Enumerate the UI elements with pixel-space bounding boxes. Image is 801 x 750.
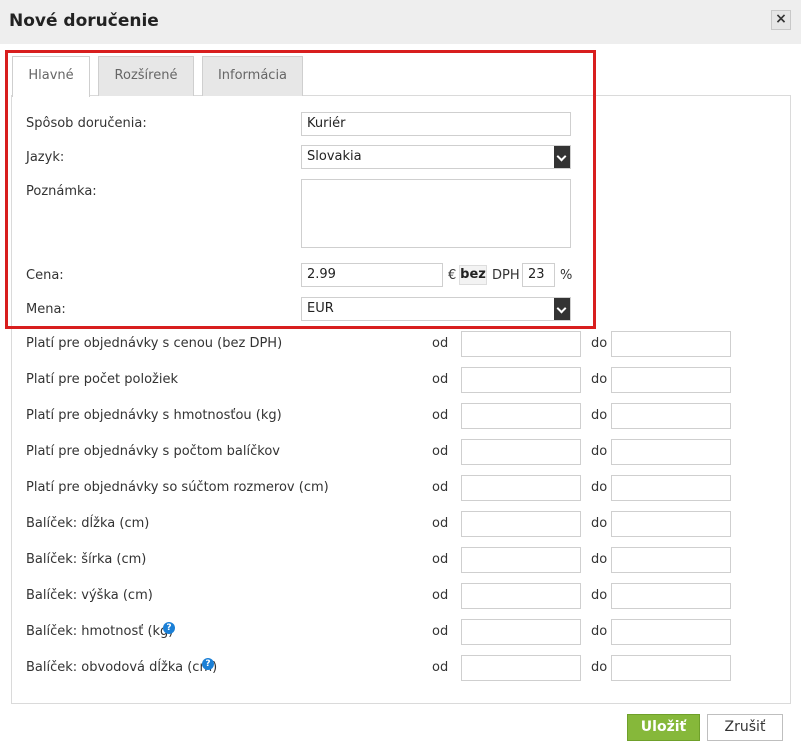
range-to-label: do xyxy=(591,372,608,387)
range-from-input[interactable] xyxy=(461,439,581,465)
range-label: Balíček: hmotnosť (kg) xyxy=(26,624,174,639)
range-to-label: do xyxy=(591,624,608,639)
range-to-input[interactable] xyxy=(611,511,731,537)
range-from-label: od xyxy=(432,336,449,351)
currency-value: EUR xyxy=(307,301,334,316)
range-from-input[interactable] xyxy=(461,655,581,681)
language-value: Slovakia xyxy=(307,149,362,164)
range-from-label: od xyxy=(432,408,449,423)
range-from-label: od xyxy=(432,588,449,603)
range-to-label: do xyxy=(591,480,608,495)
range-from-input[interactable] xyxy=(461,619,581,645)
range-label: Platí pre objednávky s hmotnosťou (kg) xyxy=(26,408,282,423)
range-to-input[interactable] xyxy=(611,403,731,429)
range-label: Balíček: obvodová dĺžka (cm) xyxy=(26,660,218,675)
tax-label: DPH xyxy=(492,268,520,283)
chevron-down-icon[interactable] xyxy=(554,146,570,168)
range-from-label: od xyxy=(432,516,449,531)
range-from-label: od xyxy=(432,624,449,639)
language-select[interactable]: Slovakia xyxy=(301,145,571,169)
dialog-title: Nové doručenie xyxy=(9,11,159,31)
range-from-input[interactable] xyxy=(461,367,581,393)
range-to-input[interactable] xyxy=(611,583,731,609)
range-from-input[interactable] xyxy=(461,403,581,429)
range-from-input[interactable] xyxy=(461,547,581,573)
range-to-label: do xyxy=(591,660,608,675)
currency-label: Mena: xyxy=(26,302,66,317)
dialog-titlebar: Nové doručenie × xyxy=(0,0,801,44)
language-label: Jazyk: xyxy=(26,150,65,165)
tab-informacia[interactable]: Informácia xyxy=(202,56,303,96)
range-to-label: do xyxy=(591,552,608,567)
range-from-label: od xyxy=(432,480,449,495)
range-label: Platí pre objednávky s cenou (bez DPH) xyxy=(26,336,283,351)
save-button[interactable]: Uložiť xyxy=(627,714,700,741)
tab-hlavne[interactable]: Hlavné xyxy=(12,56,90,97)
range-from-input[interactable] xyxy=(461,583,581,609)
tab-rozsirene[interactable]: Rozšírené xyxy=(98,56,194,96)
delivery-method-input[interactable]: Kuriér xyxy=(301,112,571,136)
range-from-label: od xyxy=(432,444,449,459)
range-to-input[interactable] xyxy=(611,331,731,357)
range-label: Balíček: šírka (cm) xyxy=(26,552,147,567)
note-label: Poznámka: xyxy=(26,184,97,199)
price-input[interactable]: 2.99 xyxy=(301,263,443,287)
range-to-input[interactable] xyxy=(611,475,731,501)
percent-sign: % xyxy=(560,268,573,283)
range-label: Platí pre počet položiek xyxy=(26,372,179,387)
range-from-label: od xyxy=(432,660,449,675)
range-label: Platí pre objednávky s počtom balíčkov xyxy=(26,444,280,459)
range-to-label: do xyxy=(591,408,608,423)
range-to-input[interactable] xyxy=(611,619,731,645)
chevron-down-icon[interactable] xyxy=(554,298,570,320)
note-textarea[interactable] xyxy=(301,179,571,248)
range-to-input[interactable] xyxy=(611,439,731,465)
tax-mode-toggle[interactable]: bez xyxy=(459,265,487,285)
price-label: Cena: xyxy=(26,268,64,283)
currency-select[interactable]: EUR xyxy=(301,297,571,321)
currency-symbol: € xyxy=(448,268,457,283)
range-to-input[interactable] xyxy=(611,547,731,573)
help-icon[interactable]: ? xyxy=(163,622,175,634)
range-to-label: do xyxy=(591,444,608,459)
range-label: Platí pre objednávky so súčtom rozmerov … xyxy=(26,480,329,495)
range-to-label: do xyxy=(591,516,608,531)
range-from-input[interactable] xyxy=(461,511,581,537)
range-to-label: do xyxy=(591,336,608,351)
range-to-label: do xyxy=(591,588,608,603)
range-to-input[interactable] xyxy=(611,367,731,393)
range-from-input[interactable] xyxy=(461,331,581,357)
range-label: Balíček: výška (cm) xyxy=(26,588,153,603)
close-icon[interactable]: × xyxy=(771,10,791,30)
tax-input[interactable]: 23 xyxy=(522,263,555,287)
range-from-label: od xyxy=(432,372,449,387)
cancel-button[interactable]: Zrušiť xyxy=(707,714,783,741)
range-from-input[interactable] xyxy=(461,475,581,501)
range-from-label: od xyxy=(432,552,449,567)
range-to-input[interactable] xyxy=(611,655,731,681)
delivery-method-label: Spôsob doručenia: xyxy=(26,116,147,131)
help-icon[interactable]: ? xyxy=(202,658,214,670)
range-label: Balíček: dĺžka (cm) xyxy=(26,516,150,531)
